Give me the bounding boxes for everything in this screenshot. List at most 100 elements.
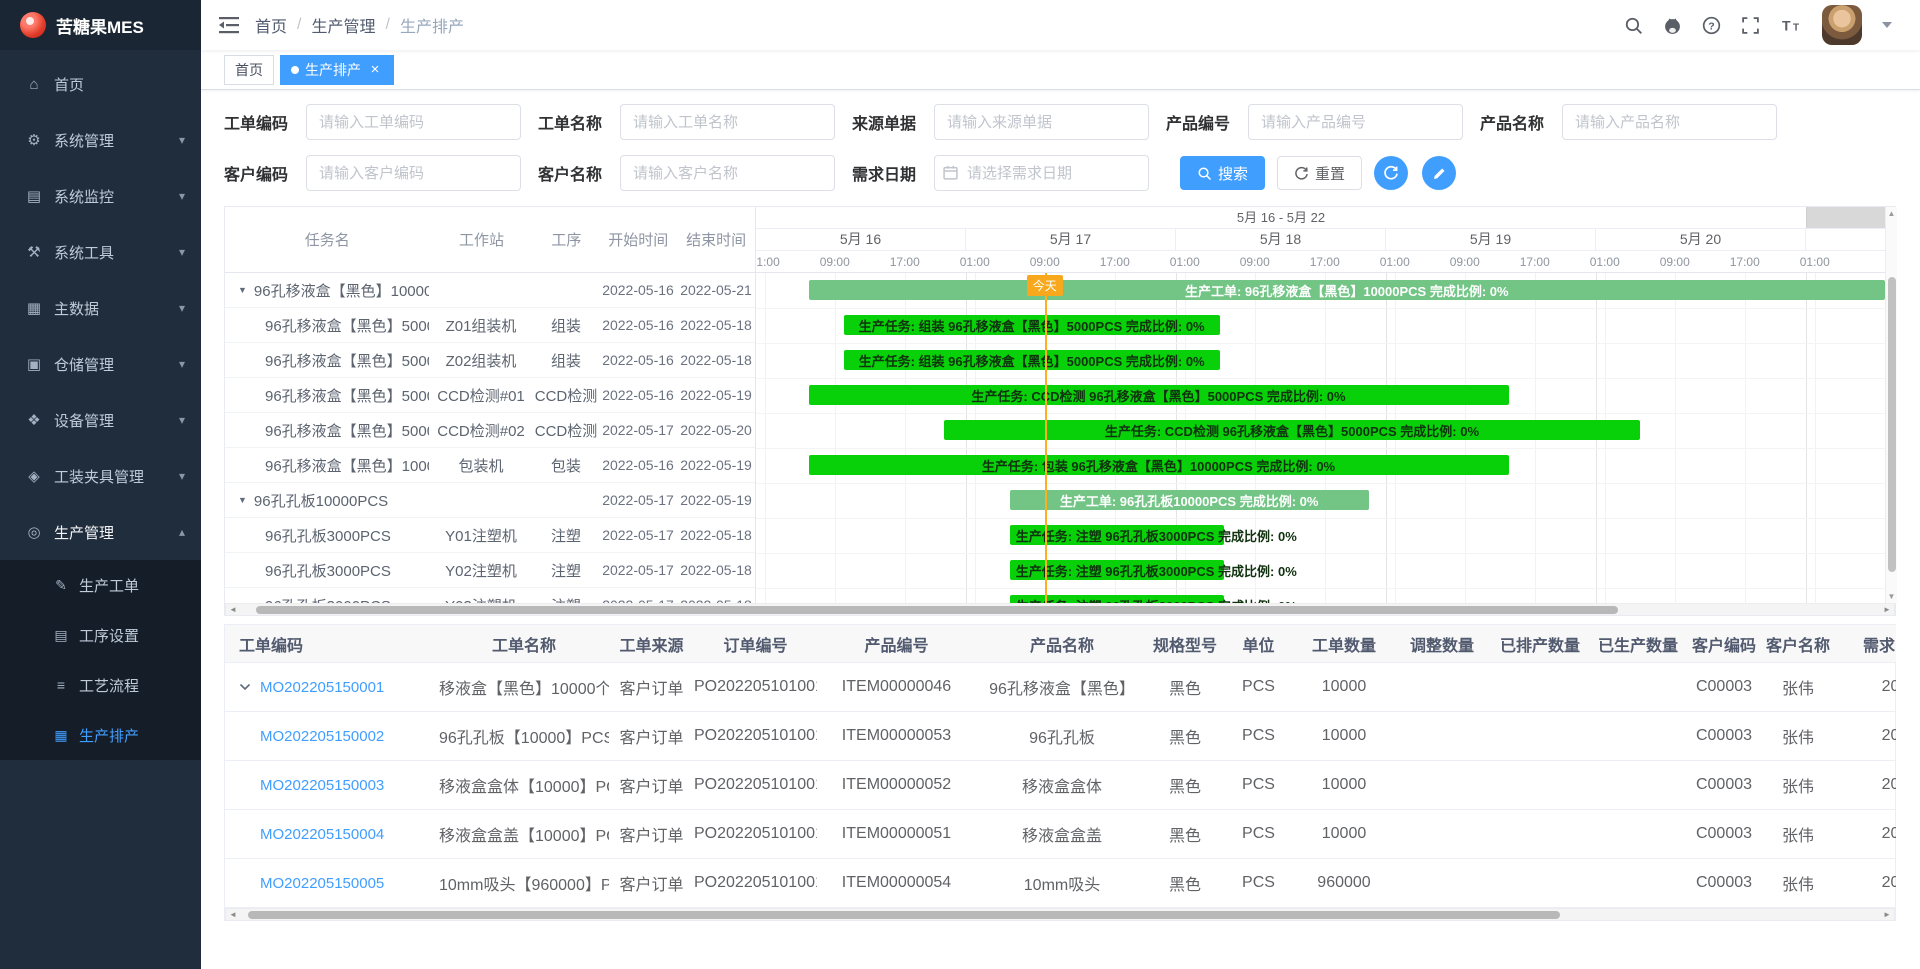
gantt-horizontal-scrollbar[interactable]: ◄ ► [225, 603, 1895, 616]
sidebar-subitem-4[interactable]: ▦生产排产 [0, 710, 201, 760]
task-name: 96孔孔板10000PCS [254, 490, 388, 511]
font-size-svg: T T [1780, 16, 1802, 35]
gantt-task-row[interactable]: 96孔孔板3000PCSY01注塑机注塑2022-05-172022-05-18 [225, 518, 755, 553]
gantt-task-row[interactable]: ▼96孔移液盒【黑色】10000PCS2022-05-162022-05-21 [225, 273, 755, 308]
search-icon[interactable] [1624, 16, 1643, 35]
gantt-task-row[interactable]: 96孔移液盒【黑色】10000PCS包装机包装2022-05-162022-05… [225, 448, 755, 483]
sidebar-item-8[interactable]: ◈工装夹具管理▾ [0, 448, 201, 504]
table-horizontal-scrollbar[interactable]: ◄ ► [225, 908, 1895, 921]
app-logo[interactable]: 苦糖果MES [0, 0, 201, 50]
text-input-工单名称[interactable] [620, 104, 835, 140]
gantt-task-bar[interactable]: 生产任务: 注塑 96孔孔板3000PCS 完成比例: 0% [1010, 595, 1224, 603]
main-area: 首页/生产管理/生产排产 [201, 0, 1920, 969]
font-size-icon[interactable]: T T [1780, 16, 1802, 35]
row-gridline [756, 553, 1885, 554]
sidebar-item-6[interactable]: ▣仓储管理▾ [0, 336, 201, 392]
sidebar-item-9[interactable]: ◎生产管理▴ [0, 504, 201, 560]
sidebar-subitem-2[interactable]: ▤工序设置 [0, 610, 201, 660]
gantt-task-bar[interactable]: 生产任务: CCD检测 96孔移液盒【黑色】5000PCS 完成比例: 0% [944, 420, 1640, 440]
gantt-order-bar[interactable]: 生产工单: 96孔移液盒【黑色】10000PCS 完成比例: 0% [809, 280, 1886, 300]
gantt-task-row[interactable]: 96孔移液盒【黑色】5000PCSCCD检测#02CCD检测2022-05-17… [225, 413, 755, 448]
work-order-link[interactable]: MO202205150001 [260, 679, 384, 696]
scroll-left-icon[interactable]: ◄ [226, 604, 240, 615]
table-cell-cust_code: C00003 [1687, 825, 1761, 843]
table-row[interactable]: MO202205150004移液盒盒盖【10000】PCS客户订单PO20220… [225, 810, 1896, 859]
hamburger-icon[interactable] [219, 16, 239, 34]
timeline-range-label: 5月 16 - 5月 22 [756, 207, 1806, 228]
sidebar-subitem-label: 工序设置 [79, 625, 139, 646]
table-row[interactable]: MO20220515000510mm吸头【960000】PCS客户订单PO202… [225, 859, 1896, 908]
scroll-up-icon[interactable]: ▲ [1886, 209, 1897, 218]
gantt-task-row[interactable]: 96孔孔板3000PCSY03注塑机注塑2022-05-172022-05-18 [225, 588, 755, 603]
gantt-task-row[interactable]: ▼96孔孔板10000PCS2022-05-172022-05-19 [225, 483, 755, 518]
filter-label: 产品名称 [1480, 110, 1550, 134]
reset-button[interactable]: 重置 [1277, 156, 1362, 190]
gantt-task-bar[interactable]: 生产任务: 组装 96孔移液盒【黑色】5000PCS 完成比例: 0% [844, 315, 1220, 335]
gantt-task-bar[interactable]: 生产任务: 注塑 96孔孔板3000PCS 完成比例: 0% [1010, 560, 1224, 580]
gantt-task-bar[interactable]: 生产任务: 注塑 96孔孔板3000PCS 完成比例: 0% [1010, 525, 1224, 545]
user-avatar[interactable] [1822, 5, 1862, 45]
sidebar-item-7[interactable]: ❖设备管理▾ [0, 392, 201, 448]
table-row[interactable]: MO202205150003移液盒盒体【10000】PCS客户订单PO20220… [225, 761, 1896, 810]
filter-field-工单编码: 工单编码 [224, 104, 521, 140]
work-order-link[interactable]: MO202205150002 [260, 728, 384, 745]
tab-1[interactable]: 首页 [224, 55, 274, 85]
sidebar-item-1[interactable]: ⌂首页 [0, 56, 201, 112]
work-order-link[interactable]: MO202205150003 [260, 777, 384, 794]
table-row[interactable]: MO202205150001移液盒【黑色】10000个客户订单PO2022051… [225, 663, 1896, 712]
filter-input-wrap [934, 155, 1149, 191]
text-input-产品名称[interactable] [1562, 104, 1777, 140]
gantt-task-row[interactable]: 96孔移液盒【黑色】5000PCSCCD检测#01CCD检测2022-05-16… [225, 378, 755, 413]
text-input-产品编号[interactable] [1248, 104, 1463, 140]
row-expand-icon[interactable] [239, 683, 251, 691]
breadcrumb-item-1[interactable]: 首页 [255, 13, 287, 37]
sidebar-subitem-1[interactable]: ✎生产工单 [0, 560, 201, 610]
table-row[interactable]: MO20220515000296孔孔板【10000】PCS客户订单PO20220… [225, 712, 1896, 761]
work-order-link[interactable]: MO202205150004 [260, 826, 384, 843]
task-name-cell: 96孔孔板3000PCS [225, 595, 429, 604]
sidebar-item-5[interactable]: ▦主数据▾ [0, 280, 201, 336]
gantt-task-row[interactable]: 96孔移液盒【黑色】5000PCSZ01组装机组装2022-05-162022-… [225, 308, 755, 343]
gantt-order-bar[interactable]: 生产工单: 96孔孔板10000PCS 完成比例: 0% [1010, 490, 1369, 510]
tab-2[interactable]: 生产排产× [280, 55, 394, 85]
scroll-right-icon[interactable]: ► [1880, 604, 1894, 615]
caret-down-icon[interactable] [1882, 22, 1892, 28]
text-input-客户编码[interactable] [306, 155, 521, 191]
sidebar-item-3[interactable]: ▤系统监控▾ [0, 168, 201, 224]
gantt-task-bar[interactable]: 生产任务: 组装 96孔移液盒【黑色】5000PCS 完成比例: 0% [844, 350, 1220, 370]
gantt-task-row[interactable]: 96孔孔板3000PCSY02注塑机注塑2022-05-172022-05-18 [225, 553, 755, 588]
gantt-task-bar[interactable]: 生产任务: CCD检测 96孔移液盒【黑色】5000PCS 完成比例: 0% [809, 385, 1509, 405]
search-button[interactable]: 搜索 [1180, 156, 1265, 190]
gantt-table-header: 任务名工作站工序开始时间结束时间 [225, 207, 755, 273]
text-input-客户名称[interactable] [620, 155, 835, 191]
expand-triangle-icon[interactable]: ▼ [238, 285, 247, 295]
gantt-hscroll-thumb[interactable] [256, 606, 1617, 614]
scroll-right-icon[interactable]: ► [1880, 909, 1894, 920]
scroll-down-icon[interactable]: ▼ [1886, 592, 1897, 601]
sidebar-subitem-3[interactable]: ≡工艺流程 [0, 660, 201, 710]
gantt-vertical-scrollbar[interactable]: ▲ ▼ [1885, 207, 1897, 603]
breadcrumb-item-2[interactable]: 生产管理 [311, 13, 375, 37]
sidebar-item-2[interactable]: ⚙系统管理▾ [0, 112, 201, 168]
fullscreen-icon[interactable] [1741, 16, 1760, 35]
date-input-需求日期[interactable] [934, 155, 1149, 191]
submenu-production: ✎生产工单▤工序设置≡工艺流程▦生产排产 [0, 560, 201, 760]
gantt-vscroll-thumb[interactable] [1888, 277, 1896, 572]
gantt-task-bar[interactable]: 生产任务: 包装 96孔移液盒【黑色】10000PCS 完成比例: 0% [809, 455, 1509, 475]
text-input-工单编码[interactable] [306, 104, 521, 140]
table-hscroll-thumb[interactable] [248, 911, 1560, 919]
gantt-task-row[interactable]: 96孔移液盒【黑色】5000PCSZ02组装机组装2022-05-162022-… [225, 343, 755, 378]
github-svg [1663, 16, 1682, 35]
edit-schedule-button[interactable] [1422, 156, 1456, 190]
work-order-link[interactable]: MO202205150005 [260, 875, 384, 892]
tab-close-icon[interactable]: × [367, 62, 383, 78]
github-icon[interactable] [1663, 16, 1682, 35]
refresh-schedule-button[interactable] [1374, 156, 1408, 190]
question-icon[interactable]: ? [1702, 16, 1721, 35]
table-hscroll-track[interactable] [240, 909, 1880, 920]
sidebar-item-4[interactable]: ⚒系统工具▾ [0, 224, 201, 280]
text-input-来源单据[interactable] [934, 104, 1149, 140]
scroll-left-icon[interactable]: ◄ [226, 909, 240, 920]
expand-triangle-icon[interactable]: ▼ [238, 495, 247, 505]
gantt-hscroll-track[interactable] [240, 604, 1880, 615]
